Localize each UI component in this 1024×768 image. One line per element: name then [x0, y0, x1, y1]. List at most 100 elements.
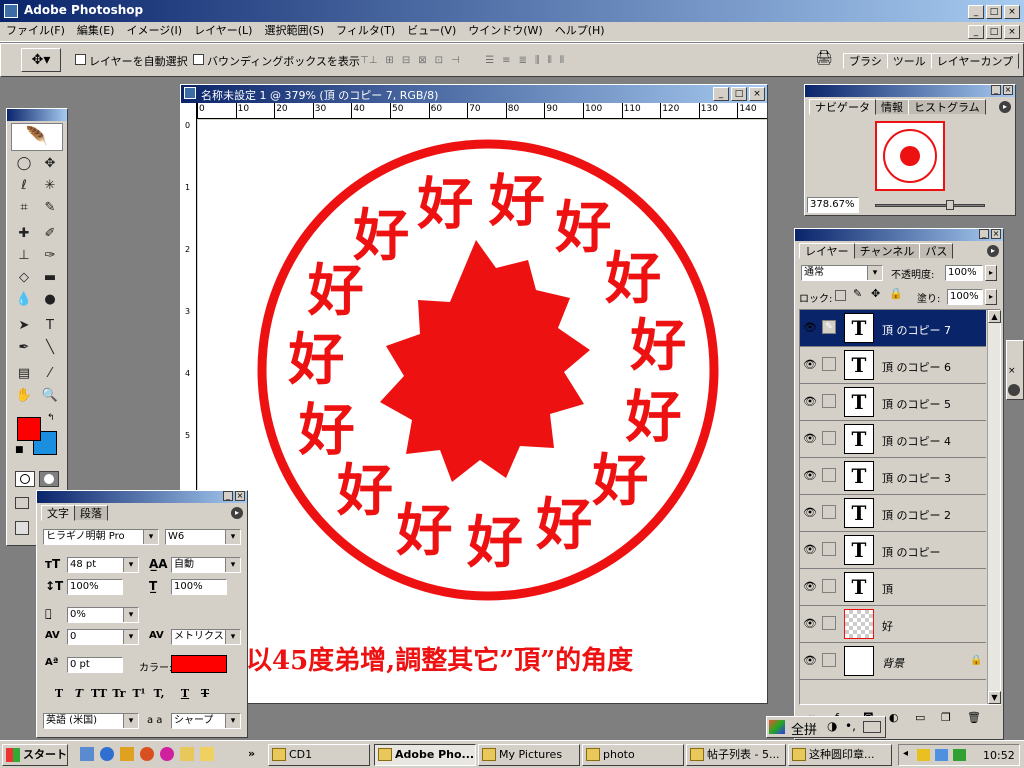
- doc-win-minimize[interactable]: _: [713, 87, 729, 101]
- text-style-button[interactable]: T: [49, 687, 69, 700]
- jump-to-imageready-icon[interactable]: [15, 521, 29, 535]
- taskbar-button[interactable]: Adobe Pho...: [374, 744, 476, 766]
- distribute-icon[interactable]: ⦀: [560, 55, 564, 66]
- dodge-icon[interactable]: ●: [39, 289, 61, 311]
- navigator-close-button[interactable]: ×: [1003, 85, 1013, 95]
- layer-row[interactable]: 👁 T 頂 のコピー: [800, 532, 986, 569]
- taskbar-button[interactable]: My Pictures: [478, 744, 580, 766]
- character-close-button[interactable]: ×: [235, 491, 245, 501]
- align-icon[interactable]: ⊣: [451, 55, 460, 66]
- navigator-minimize-button[interactable]: _: [991, 85, 1001, 95]
- zoom-slider-thumb[interactable]: [946, 200, 954, 210]
- well-tab[interactable]: ブラシ: [843, 53, 888, 69]
- quicklaunch-outlook-icon[interactable]: [120, 747, 134, 761]
- distribute-icon[interactable]: ☰: [485, 55, 494, 66]
- start-button[interactable]: スタート: [2, 744, 68, 766]
- tray-icon-2[interactable]: [935, 749, 948, 761]
- doc-minimize-button[interactable]: _: [968, 25, 984, 39]
- scroll-up-button[interactable]: ▲: [988, 310, 1001, 323]
- tray-arrow-icon[interactable]: ◂: [903, 748, 908, 759]
- navigator-preview[interactable]: [875, 121, 945, 191]
- close-button[interactable]: ×: [1004, 5, 1020, 19]
- navigator-zoom-slider[interactable]: [875, 200, 985, 210]
- move-tool-preset[interactable]: ✥▾: [21, 48, 61, 72]
- brush-icon[interactable]: ✐: [39, 223, 61, 245]
- panel-tab[interactable]: ヒストグラム: [908, 99, 986, 115]
- new-layer-icon[interactable]: ❐: [941, 711, 951, 724]
- layers-close-button[interactable]: ×: [991, 229, 1001, 239]
- foreground-color-swatch[interactable]: [17, 417, 41, 441]
- antialias-select[interactable]: シャープ: [171, 713, 241, 729]
- visibility-eye-icon[interactable]: 👁: [802, 431, 818, 447]
- panel-tab[interactable]: チャンネル: [853, 243, 921, 259]
- layer-link-box[interactable]: [822, 394, 836, 408]
- quicklaunch-ie-icon[interactable]: [100, 747, 114, 761]
- visibility-eye-icon[interactable]: 👁: [802, 394, 818, 410]
- layer-link-box[interactable]: [822, 357, 836, 371]
- layer-row[interactable]: 👁 ✎ T 頂 のコピー 7: [800, 310, 986, 347]
- layer-link-box[interactable]: [822, 579, 836, 593]
- doc-restore-button[interactable]: □: [986, 25, 1002, 39]
- kerning-select[interactable]: 0: [67, 629, 139, 645]
- character-minimize-button[interactable]: _: [223, 491, 233, 501]
- visibility-eye-icon[interactable]: 👁: [802, 357, 818, 373]
- swap-colors-icon[interactable]: ↰: [47, 413, 55, 423]
- align-icon[interactable]: ⊟: [402, 55, 410, 66]
- visibility-eye-icon[interactable]: 👁: [802, 468, 818, 484]
- menu-item[interactable]: レイヤー(L): [188, 22, 258, 40]
- text-style-button[interactable]: T: [175, 687, 195, 700]
- text-style-button[interactable]: Tr: [109, 687, 129, 700]
- font-size-select[interactable]: 48 pt: [67, 557, 139, 573]
- layer-link-box[interactable]: [822, 468, 836, 482]
- ime-logo-icon[interactable]: [769, 720, 785, 734]
- notes-icon[interactable]: ▤: [13, 363, 35, 385]
- layer-row[interactable]: 👁 T 頂 のコピー 3: [800, 458, 986, 495]
- adjustment-layer-icon[interactable]: ◐: [889, 711, 899, 724]
- eraser-icon[interactable]: ◇: [13, 267, 35, 289]
- taskbar-button[interactable]: 这种圆印章...: [788, 744, 892, 766]
- quicklaunch-pen-icon[interactable]: [180, 747, 194, 761]
- line-tool-icon[interactable]: ╲: [39, 337, 61, 359]
- menu-item[interactable]: フィルタ(T): [330, 22, 401, 40]
- layer-link-box[interactable]: [822, 431, 836, 445]
- layer-link-box[interactable]: [822, 653, 836, 667]
- visibility-eye-icon[interactable]: 👁: [802, 579, 818, 595]
- type-tool-icon[interactable]: T: [39, 315, 61, 337]
- opacity-field[interactable]: 100%: [945, 265, 983, 281]
- pen-icon[interactable]: ✒: [13, 337, 35, 359]
- language-select[interactable]: 英語 (米国): [43, 713, 139, 729]
- distribute-icon[interactable]: ≣: [519, 55, 527, 66]
- navigator-menu-icon[interactable]: ▸: [999, 101, 1011, 113]
- layer-link-box[interactable]: [822, 542, 836, 556]
- layer-row[interactable]: 👁 T 頂 のコピー 5: [800, 384, 986, 421]
- auto-select-checkbox[interactable]: [75, 54, 86, 65]
- layer-row[interactable]: 👁 T 頂 のコピー 6: [800, 347, 986, 384]
- visibility-eye-icon[interactable]: 👁: [802, 542, 818, 558]
- layer-row[interactable]: 👁 好: [800, 606, 986, 643]
- taskbar-button[interactable]: photo: [582, 744, 684, 766]
- quicklaunch-browser-icon[interactable]: [140, 747, 154, 761]
- bounding-box-checkbox[interactable]: [193, 54, 204, 65]
- distribute-icon[interactable]: ⫴: [548, 55, 552, 66]
- slice-icon[interactable]: ✎: [39, 197, 61, 219]
- gradient-icon[interactable]: ▬: [39, 267, 61, 289]
- vertical-scale-field[interactable]: 100%: [67, 579, 123, 595]
- taskbar-button[interactable]: CD1: [268, 744, 370, 766]
- tracking-select[interactable]: メトリクス: [171, 629, 241, 645]
- panel-tab[interactable]: 段落: [74, 505, 108, 521]
- stamp-icon[interactable]: ⊥: [13, 245, 35, 267]
- panel-tab[interactable]: ナビゲータ: [809, 99, 876, 115]
- layer-link-box[interactable]: ✎: [822, 320, 836, 334]
- adobe-feather-icon[interactable]: 🪶: [11, 123, 63, 151]
- distribute-icon[interactable]: ⫼: [535, 55, 540, 66]
- standard-mode-button[interactable]: [15, 471, 35, 487]
- font-style-select[interactable]: W6: [165, 529, 241, 545]
- menu-item[interactable]: ウインドウ(W): [462, 22, 548, 40]
- text-color-swatch[interactable]: [171, 655, 227, 673]
- align-icon[interactable]: ⊞: [385, 55, 393, 66]
- text-style-button[interactable]: T: [69, 687, 89, 700]
- ime-moon-icon[interactable]: ◑: [827, 719, 837, 733]
- minimize-button[interactable]: _: [968, 5, 984, 19]
- tsume-select[interactable]: 0%: [67, 607, 139, 623]
- visibility-eye-icon[interactable]: 👁: [802, 616, 818, 632]
